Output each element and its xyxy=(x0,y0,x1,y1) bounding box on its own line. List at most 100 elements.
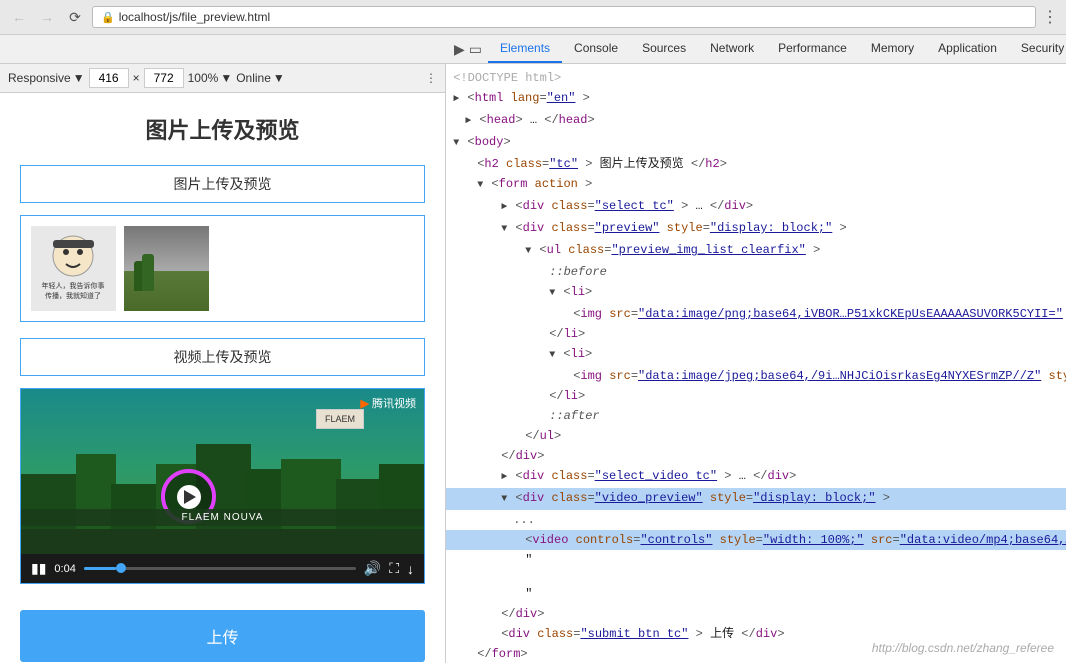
back-button[interactable]: ← xyxy=(8,6,30,28)
progress-fill xyxy=(84,567,117,570)
meme-image-preview: 年轻人，我告诉你事 传播，我就知道了 xyxy=(31,226,116,311)
devtools-tabs-bar: ▶ ▭ Elements Console Sources Network Per… xyxy=(0,35,1066,64)
video-upload-button[interactable]: 视频上传及预览 xyxy=(20,338,425,376)
devtools-panel: <!DOCTYPE html> ► <html lang="en" > ► <h… xyxy=(446,64,1066,663)
expand-div-select-video-arrow: ► xyxy=(501,472,507,483)
expand-li1-arrow: ▼ xyxy=(549,288,555,299)
tab-performance[interactable]: Performance xyxy=(766,35,859,63)
tab-elements[interactable]: Elements xyxy=(488,35,562,63)
tree-line-dots[interactable]: ... xyxy=(446,510,1066,530)
expand-html-arrow: ► xyxy=(453,94,459,105)
tree-line-form-close[interactable]: </form> xyxy=(446,644,1066,663)
after-pseudo: ::after xyxy=(549,409,599,423)
tree-line-li-1[interactable]: ▼ <li> xyxy=(446,282,1066,304)
tree-line-img-2[interactable]: <img src="data:image/jpeg;base64,/9i…NHJ… xyxy=(446,366,1066,386)
zoom-select[interactable]: 100% ▼ xyxy=(188,71,233,85)
tree-line-form[interactable]: ▼ <form action > xyxy=(446,174,1066,196)
tree-line-div-preview-close[interactable]: </div> xyxy=(446,446,1066,466)
video-upload-section: 视频上传及预览 xyxy=(20,338,425,584)
tree-line-body-open[interactable]: ▼ <body> xyxy=(446,132,1066,154)
address-bar[interactable]: 🔒 localhost/js/file_preview.html xyxy=(92,6,1036,28)
url-text: localhost/js/file_preview.html xyxy=(119,10,270,24)
tree-line-text-1[interactable]: " xyxy=(446,550,1066,570)
device-mode-icon[interactable]: ▭ xyxy=(469,41,482,58)
device-select[interactable]: Responsive ▼ xyxy=(8,71,85,85)
expand-head-arrow: ► xyxy=(465,116,471,127)
tab-security[interactable]: Security xyxy=(1009,35,1066,63)
tree-line-div-video-close[interactable]: </div> xyxy=(446,604,1066,624)
forward-button[interactable]: → xyxy=(36,6,58,28)
tab-memory[interactable]: Memory xyxy=(859,35,926,63)
tree-line-li-1-close[interactable]: </li> xyxy=(446,324,1066,344)
reload-button[interactable]: ⟳ xyxy=(64,6,86,28)
expand-div-preview-arrow: ▼ xyxy=(501,224,507,235)
image-upload-section: 图片上传及预览 年轻人，我告诉你事 传播，我就知道了 xyxy=(20,165,425,322)
dots-indicator: ... xyxy=(513,513,535,527)
tree-line-video[interactable]: <video controls="controls" style="width:… xyxy=(446,530,1066,550)
tree-line-ul-close[interactable]: </ul> xyxy=(446,426,1066,446)
expand-ul-arrow: ▼ xyxy=(525,246,531,257)
tree-line-img-1[interactable]: <img src="data:image/png;base64,iVBOR…P5… xyxy=(446,304,1066,324)
tree-line-h2[interactable]: <h2 class="tc" > 图片上传及预览 </h2> xyxy=(446,154,1066,174)
tree-line-div-select-tc[interactable]: ► <div class="select tc" > … </div> xyxy=(446,196,1066,218)
nav-bar: ← → ⟳ 🔒 localhost/js/file_preview.html ⋮ xyxy=(0,0,1066,34)
tab-network[interactable]: Network xyxy=(698,35,766,63)
tree-line-empty xyxy=(446,570,1066,584)
more-options-button[interactable]: ⋮ xyxy=(1042,7,1058,27)
tree-line-head[interactable]: ► <head> … </head> xyxy=(446,110,1066,132)
dimension-separator: × xyxy=(133,71,140,85)
tree-line-after[interactable]: ::after xyxy=(446,406,1066,426)
image-preview-box: 年轻人，我告诉你事 传播，我就知道了 xyxy=(20,215,425,322)
download-button[interactable]: ↓ xyxy=(407,561,414,577)
progress-dot xyxy=(116,563,126,573)
submit-button[interactable]: 上传 xyxy=(20,610,425,662)
tree-line-text-2[interactable]: " xyxy=(446,584,1066,604)
doctype-text: <!DOCTYPE html> xyxy=(453,71,561,85)
responsive-toolbar: Responsive ▼ × 100% ▼ Online ▼ ⋮ xyxy=(0,64,445,93)
html-tree: <!DOCTYPE html> ► <html lang="en" > ► <h… xyxy=(446,64,1066,663)
browser-chrome: ← → ⟳ 🔒 localhost/js/file_preview.html ⋮ xyxy=(0,0,1066,35)
before-pseudo: ::before xyxy=(549,265,607,279)
tree-line-div-video-preview[interactable]: ▼ <div class="video_preview" style="disp… xyxy=(446,488,1066,510)
pause-button[interactable]: ▮▮ xyxy=(31,560,46,577)
tab-sources[interactable]: Sources xyxy=(630,35,698,63)
tencent-video-label: ▶ 腾讯视频 xyxy=(361,395,416,411)
toolbar-more-button[interactable]: ⋮ xyxy=(425,71,437,85)
tree-line-li-2[interactable]: ▼ <li> xyxy=(446,344,1066,366)
tree-line-before[interactable]: ::before xyxy=(446,262,1066,282)
image-upload-button[interactable]: 图片上传及预览 xyxy=(20,165,425,203)
tree-line-ul[interactable]: ▼ <ul class="preview_img_list clearfix" … xyxy=(446,240,1066,262)
video-progress-bar[interactable] xyxy=(84,567,356,570)
video-caption: FLAEM NOUVA xyxy=(21,509,424,526)
height-input[interactable] xyxy=(144,68,184,88)
online-dropdown-icon: ▼ xyxy=(273,71,285,85)
video-preview-container: FLAEM FLAEM NOUVA ▶ 腾讯视频 ▮▮ 0:04 xyxy=(20,388,425,584)
webpage-content: 图片上传及预览 图片上传及预览 年轻人，我告诉你事 传播，我就知道了 xyxy=(0,93,445,663)
main-content: Responsive ▼ × 100% ▼ Online ▼ ⋮ 图片上传及预览… xyxy=(0,64,1066,663)
expand-form-arrow: ▼ xyxy=(477,180,483,191)
tab-console[interactable]: Console xyxy=(562,35,630,63)
lock-icon: 🔒 xyxy=(101,11,115,24)
inspect-element-icon[interactable]: ▶ xyxy=(454,41,465,58)
tencent-icon: ▶ xyxy=(361,397,369,410)
online-select[interactable]: Online ▼ xyxy=(236,71,285,85)
webpage-panel: Responsive ▼ × 100% ▼ Online ▼ ⋮ 图片上传及预览… xyxy=(0,64,446,663)
tree-line-html[interactable]: ► <html lang="en" > xyxy=(446,88,1066,110)
svg-text:传播，我就知道了: 传播，我就知道了 xyxy=(45,291,101,300)
devtools-icon-bar: ▶ ▭ xyxy=(448,37,488,62)
svg-text:年轻人，我告诉你事: 年轻人，我告诉你事 xyxy=(42,281,105,290)
expand-div-video-preview-arrow: ▼ xyxy=(501,494,507,505)
tab-application[interactable]: Application xyxy=(926,35,1009,63)
tree-line-doctype[interactable]: <!DOCTYPE html> xyxy=(446,68,1066,88)
tree-line-li-2-close[interactable]: </li> xyxy=(446,386,1066,406)
width-input[interactable] xyxy=(89,68,129,88)
tree-line-div-preview[interactable]: ▼ <div class="preview" style="display: b… xyxy=(446,218,1066,240)
video-thumbnail: FLAEM FLAEM NOUVA ▶ 腾讯视频 xyxy=(21,389,424,554)
video-time: 0:04 xyxy=(54,563,75,575)
devtools-tabs: Elements Console Sources Network Perform… xyxy=(488,35,1066,63)
volume-button[interactable]: 🔊 xyxy=(364,560,381,577)
device-dropdown-icon: ▼ xyxy=(73,71,85,85)
tree-line-div-submit[interactable]: <div class="submit btn tc" > 上传 </div> xyxy=(446,624,1066,644)
tree-line-div-select-video[interactable]: ► <div class="select_video tc" > … </div… xyxy=(446,466,1066,488)
fullscreen-button[interactable]: ⛶ xyxy=(389,560,399,577)
